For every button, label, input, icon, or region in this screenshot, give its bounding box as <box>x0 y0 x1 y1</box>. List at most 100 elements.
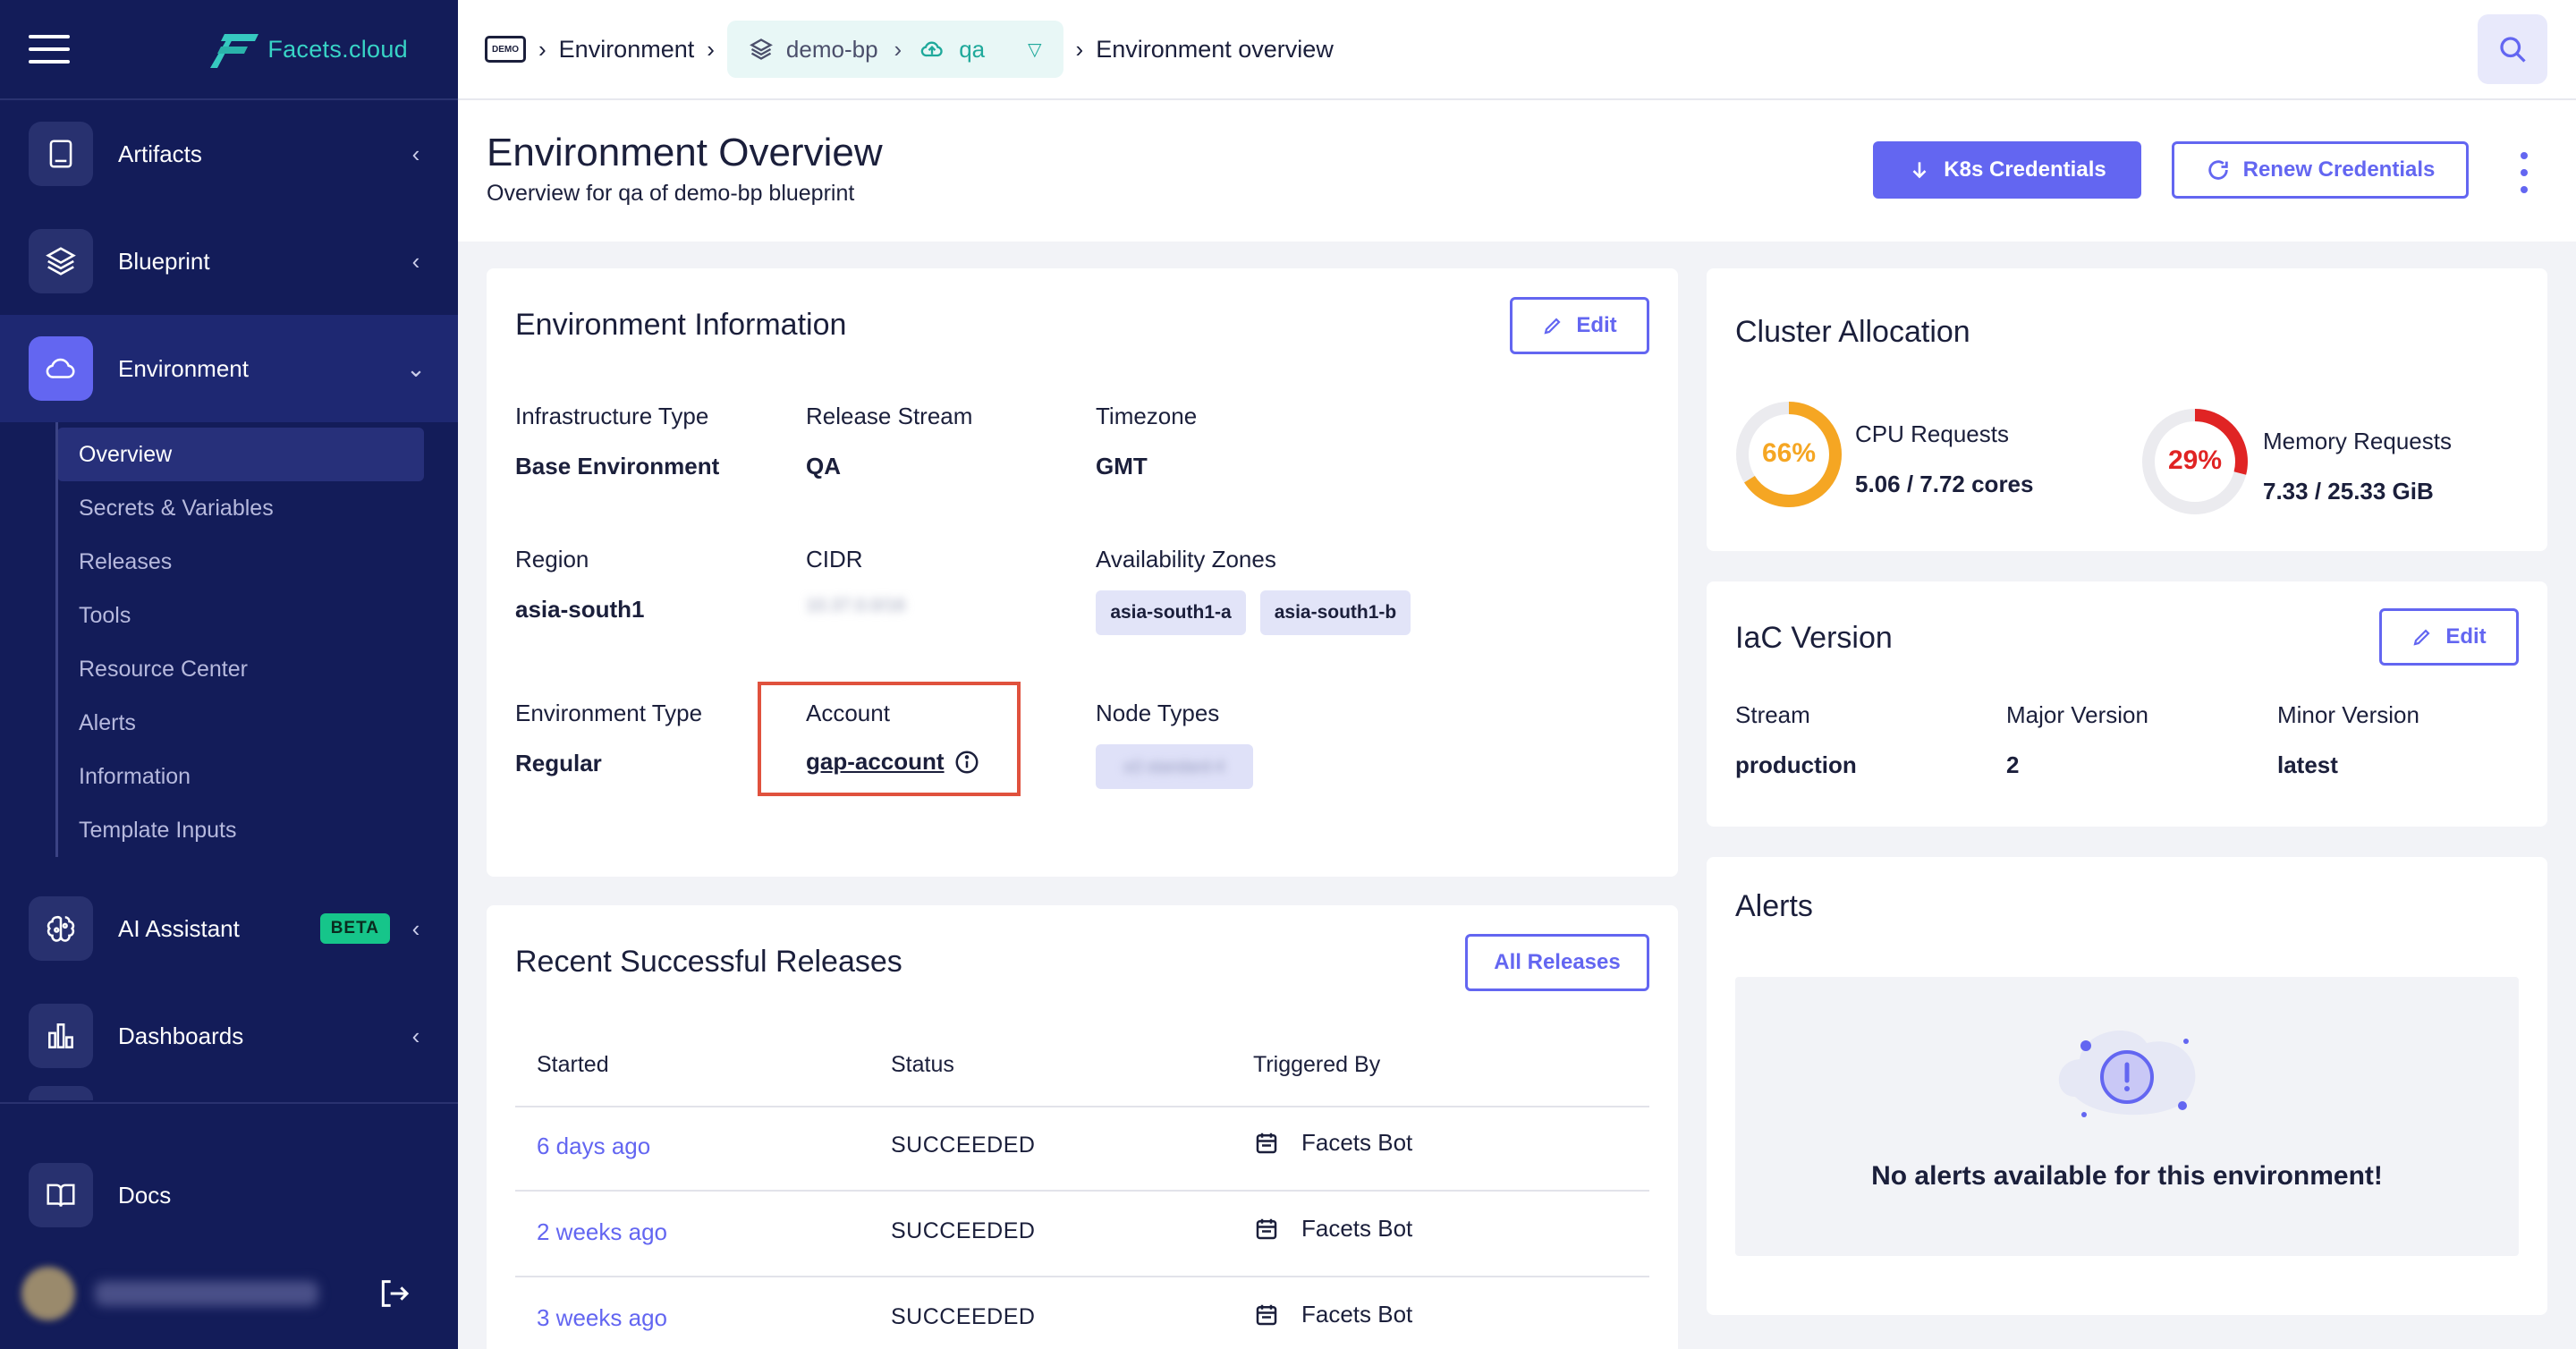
minor-version-label: Minor Version <box>2277 701 2419 728</box>
release-started-link[interactable]: 3 weeks ago <box>537 1304 667 1332</box>
brain-icon <box>29 896 93 961</box>
blueprint-selector[interactable]: demo-bp <box>749 36 878 64</box>
breadcrumb-separator-icon: › <box>1075 35 1084 63</box>
sidebar: Facets.cloud Artifacts ‹ Blueprint ‹ Env… <box>0 0 458 1349</box>
zone-chip: asia-south1-a <box>1096 590 1246 635</box>
subnav-item-resource-center[interactable]: Resource Center <box>57 642 424 696</box>
breadcrumb-environment[interactable]: Environment <box>559 36 695 64</box>
chevron-left-icon: ‹ <box>411 247 420 275</box>
card-title: Environment Information <box>515 308 847 342</box>
environment-subnav: Overview Secrets & Variables Releases To… <box>0 422 458 875</box>
sidebar-item-blueprint[interactable]: Blueprint ‹ <box>0 208 458 315</box>
environment-information-card: Environment Information Edit Infrastruct… <box>487 268 1678 877</box>
breadcrumb-separator-icon: › <box>894 35 902 63</box>
cidr-value: 10.37.0.0/16 <box>806 596 906 615</box>
avatar <box>21 1267 75 1320</box>
sidebar-item-label: Blueprint <box>118 247 210 275</box>
cpu-requests-value: 5.06 / 7.72 cores <box>1855 471 2034 497</box>
caret-down-icon[interactable]: ▽ <box>1028 38 1041 61</box>
sidebar-item-ai-assistant[interactable]: AI Assistant BETA ‹ <box>0 875 458 982</box>
cloud-upload-icon <box>920 41 943 57</box>
subnav-item-overview[interactable]: Overview <box>57 428 424 481</box>
no-alerts-message: No alerts available for this environment… <box>1871 1161 2383 1191</box>
page-subtitle: Overview for qa of demo-bp blueprint <box>487 181 855 206</box>
triggered-by-name: Facets Bot <box>1301 1129 1413 1156</box>
sidebar-item-label: AI Assistant <box>118 914 240 942</box>
environment-selector[interactable]: qa <box>918 36 985 64</box>
table-divider <box>515 1106 1649 1107</box>
chevron-left-icon: ‹ <box>411 1022 420 1049</box>
edit-environment-button[interactable]: Edit <box>1510 297 1649 354</box>
chevron-left-icon: ‹ <box>411 140 420 167</box>
subnav-item-information[interactable]: Information <box>57 750 424 803</box>
edit-label: Edit <box>2445 624 2487 649</box>
sidebar-item-dashboards[interactable]: Dashboards ‹ <box>0 982 458 1090</box>
logo-text: Facets.cloud <box>267 35 408 63</box>
table-divider <box>515 1276 1649 1277</box>
sidebar-item-label: Docs <box>118 1181 172 1209</box>
renew-credentials-button[interactable]: Renew Credentials <box>2172 141 2469 199</box>
triggered-by-name: Facets Bot <box>1301 1215 1413 1242</box>
breadcrumb-separator-icon: › <box>538 35 547 63</box>
region-value: asia-south1 <box>515 596 645 623</box>
card-title: IaC Version <box>1735 621 1893 655</box>
top-bar: DEMO › Environment › demo-bp › qa ▽ › En… <box>458 0 2576 100</box>
info-icon[interactable] <box>953 749 980 776</box>
node-type-chip: e2-standard-4 <box>1096 744 1253 789</box>
environment-name: qa <box>959 35 986 63</box>
sidebar-scroll-hint <box>29 1086 93 1100</box>
pencil-icon <box>1544 318 1561 335</box>
more-options-icon[interactable] <box>2512 152 2537 193</box>
user-profile[interactable] <box>21 1261 433 1326</box>
calendar-icon <box>1256 1304 1277 1325</box>
search-icon <box>2500 37 2526 63</box>
sidebar-header: Facets.cloud <box>0 0 458 100</box>
cidr-label: CIDR <box>806 546 863 573</box>
sidebar-item-label: Environment <box>118 354 249 382</box>
download-icon <box>1912 162 1927 179</box>
breadcrumb-separator-icon: › <box>707 35 715 63</box>
chevron-left-icon: ‹ <box>411 914 420 942</box>
subnav-item-alerts[interactable]: Alerts <box>57 696 424 750</box>
app-logo[interactable]: Facets.cloud <box>205 29 408 70</box>
recent-releases-card: Recent Successful Releases All Releases … <box>487 905 1678 1349</box>
account-link[interactable]: gap-account <box>806 748 945 776</box>
layers-icon <box>750 38 773 60</box>
calendar-icon <box>1256 1133 1277 1153</box>
search-button[interactable] <box>2478 14 2547 84</box>
demo-badge[interactable]: DEMO <box>485 36 526 63</box>
column-header-started: Started <box>537 1052 609 1077</box>
subnav-item-template-inputs[interactable]: Template Inputs <box>57 803 424 857</box>
stream-value: production <box>1735 751 1857 778</box>
iac-version-card: IaC Version Edit Stream production Major… <box>1707 581 2547 827</box>
release-started-link[interactable]: 6 days ago <box>537 1133 650 1160</box>
release-started-link[interactable]: 2 weeks ago <box>537 1218 667 1246</box>
all-releases-button[interactable]: All Releases <box>1465 934 1649 991</box>
infrastructure-type-value: Base Environment <box>515 453 720 479</box>
bar-chart-icon <box>29 1004 93 1068</box>
release-stream-value: QA <box>806 453 841 479</box>
blueprint-environment-selector[interactable]: demo-bp › qa ▽ <box>726 21 1063 78</box>
release-triggered-by: Facets Bot <box>1253 1129 1412 1157</box>
sidebar-item-docs[interactable]: Docs <box>0 1141 458 1249</box>
logout-icon[interactable] <box>376 1276 411 1311</box>
subnav-item-secrets-variables[interactable]: Secrets & Variables <box>57 481 424 535</box>
sidebar-item-label: Artifacts <box>118 140 202 167</box>
environment-type-label: Environment Type <box>515 700 703 726</box>
alerts-empty-state: No alerts available for this environment… <box>1735 977 2519 1256</box>
refresh-icon <box>2207 160 2228 180</box>
column-header-status: Status <box>891 1052 954 1077</box>
sidebar-item-environment[interactable]: Environment ⌄ <box>0 315 458 422</box>
release-triggered-by: Facets Bot <box>1253 1301 1412 1328</box>
menu-icon[interactable] <box>29 35 70 64</box>
book-icon <box>29 122 93 186</box>
subnav-item-releases[interactable]: Releases <box>57 535 424 589</box>
k8s-credentials-button[interactable]: K8s Credentials <box>1873 141 2141 199</box>
page-title: Environment Overview <box>487 131 883 174</box>
subnav-item-tools[interactable]: Tools <box>57 589 424 642</box>
edit-iac-button[interactable]: Edit <box>2379 608 2519 666</box>
account-label: Account <box>806 700 890 726</box>
layers-icon <box>29 229 93 293</box>
release-triggered-by: Facets Bot <box>1253 1215 1412 1243</box>
sidebar-item-artifacts[interactable]: Artifacts ‹ <box>0 100 458 208</box>
